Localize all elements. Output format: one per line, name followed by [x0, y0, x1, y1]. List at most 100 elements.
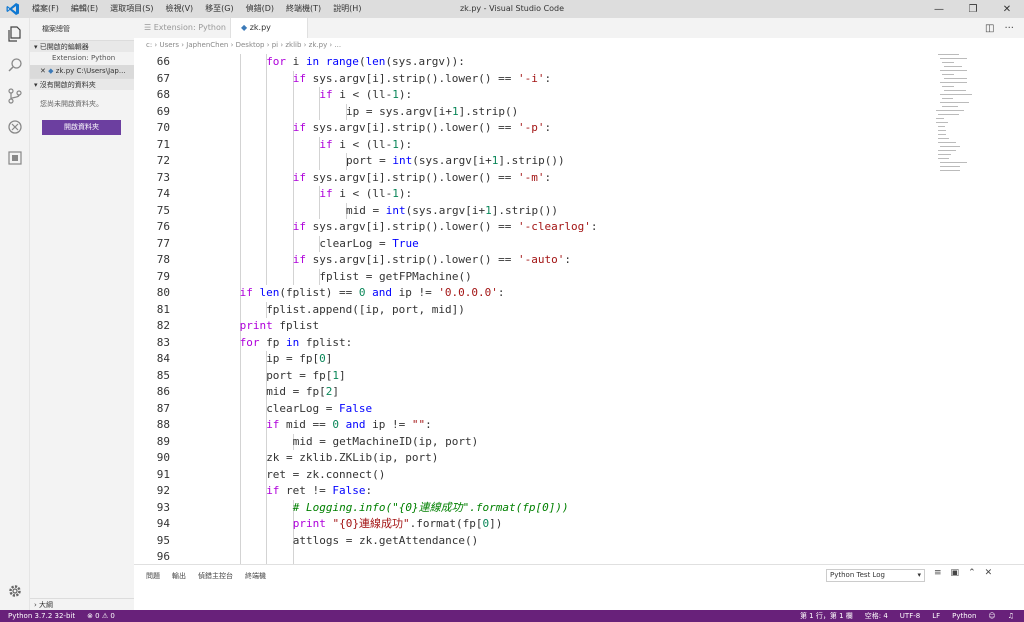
- debug-icon[interactable]: [0, 111, 30, 142]
- code-line[interactable]: 71 if i < (ll-1):: [134, 136, 944, 153]
- code-line[interactable]: 91 ret = zk.connect(): [134, 466, 944, 483]
- menu-help[interactable]: 說明(H): [327, 0, 367, 18]
- menu-selection[interactable]: 選取項目(S): [104, 0, 159, 18]
- explorer-icon[interactable]: [0, 18, 30, 49]
- code-line[interactable]: 84 ip = fp[0]: [134, 351, 944, 368]
- code-line[interactable]: 93 # Logging.info("{0}連線成功".format(fp[0])…: [134, 499, 944, 516]
- open-editor-item-zk[interactable]: ✕ ◆ zk.py C:\Users\Jap...: [30, 65, 134, 78]
- clear-output-icon[interactable]: ≡: [934, 568, 942, 578]
- language-mode[interactable]: Python: [952, 610, 976, 622]
- outline-section[interactable]: › 大綱: [30, 598, 134, 610]
- code-text: if sys.argv[i].strip().lower() == '-auto…: [292, 253, 571, 266]
- indent-guide: [239, 549, 241, 564]
- close-editor-icon[interactable]: ✕: [40, 67, 46, 75]
- indent-guide: [292, 186, 294, 203]
- code-text: print "{0}連線成功".format(fp[0]): [292, 517, 503, 530]
- output-channel-select[interactable]: Python Test Log ▾: [826, 569, 925, 582]
- code-line[interactable]: 80 if len(fplist) == 0 and ip != '0.0.0.0…: [134, 285, 944, 302]
- python-interpreter[interactable]: Python 3.7.2 32-bit: [8, 610, 75, 622]
- code-line[interactable]: 76 if sys.argv[i].strip().lower() == '-cl…: [134, 219, 944, 236]
- indentation[interactable]: 空格: 4: [865, 610, 888, 622]
- search-icon[interactable]: [0, 49, 30, 80]
- source-control-icon[interactable]: [0, 80, 30, 111]
- indent-guide: [266, 103, 268, 120]
- tab-problems[interactable]: 問題: [146, 571, 160, 581]
- more-actions-icon[interactable]: ···: [1004, 23, 1014, 34]
- tab-output[interactable]: 輸出: [172, 571, 186, 581]
- indent-guide: [239, 70, 241, 87]
- indent-guide: [292, 268, 294, 285]
- minimap[interactable]: [932, 54, 973, 194]
- code-line[interactable]: 89 mid = getMachineID(ip, port): [134, 433, 944, 450]
- code-line[interactable]: 86 mid = fp[2]: [134, 384, 944, 401]
- code-line[interactable]: 69 ip = sys.argv[i+1].strip(): [134, 103, 944, 120]
- code-text: print fplist: [239, 319, 320, 332]
- code-line[interactable]: 68 if i < (ll-1):: [134, 87, 944, 104]
- no-folder-section[interactable]: ▾ 沒有開啟的資料夾: [30, 78, 134, 90]
- code-line[interactable]: 96: [134, 549, 944, 564]
- code-line[interactable]: 75 mid = int(sys.argv[i+1].strip()): [134, 202, 944, 219]
- code-line[interactable]: 66 for i in range(len(sys.argv)):: [134, 54, 944, 71]
- split-editor-icon[interactable]: ◫: [985, 23, 994, 34]
- menu-debug[interactable]: 偵錯(D): [240, 0, 280, 18]
- minimap-line: [940, 58, 968, 59]
- code-line[interactable]: 72 port = int(sys.argv[i+1].strip()): [134, 153, 944, 170]
- minimap-line: [938, 54, 959, 55]
- bell-icon[interactable]: ♫: [1008, 610, 1014, 622]
- restore-button[interactable]: ❐: [956, 0, 990, 18]
- menu-edit[interactable]: 編輯(E): [65, 0, 104, 18]
- code-line[interactable]: 81 fplist.append([ip, port, mid]): [134, 301, 944, 318]
- tab-extension-python[interactable]: ☰ Extension: Python: [134, 18, 231, 38]
- window-controls: — ❐ ✕: [922, 0, 1024, 18]
- indent-guide: [266, 516, 268, 533]
- end-of-line[interactable]: LF: [932, 610, 940, 622]
- code-line[interactable]: 78 if sys.argv[i].strip().lower() == '-au…: [134, 252, 944, 269]
- minimize-button[interactable]: —: [922, 0, 956, 18]
- lock-scroll-icon[interactable]: ▣: [951, 568, 960, 578]
- code-line[interactable]: 74 if i < (ll-1):: [134, 186, 944, 203]
- indent-guide: [239, 219, 241, 236]
- code-line[interactable]: 83 for fp in fplist:: [134, 334, 944, 351]
- code-line[interactable]: 92 if ret != False:: [134, 483, 944, 500]
- menu-terminal[interactable]: 終端機(T): [280, 0, 327, 18]
- close-window-button[interactable]: ✕: [990, 0, 1024, 18]
- smiley-feedback-icon[interactable]: ☺: [988, 610, 995, 622]
- open-editors-section[interactable]: ▾ 已開啟的編輯器: [30, 40, 134, 52]
- maximize-panel-icon[interactable]: ⌃: [968, 568, 976, 578]
- code-line[interactable]: 82 print fplist: [134, 318, 944, 335]
- menu-go[interactable]: 移至(G): [199, 0, 239, 18]
- code-line[interactable]: 95 attlogs = zk.getAttendance(): [134, 532, 944, 549]
- code-line[interactable]: 94 print "{0}連線成功".format(fp[0]): [134, 516, 944, 533]
- cursor-position[interactable]: 第 1 行，第 1 欄: [800, 610, 853, 622]
- menu-file[interactable]: 檔案(F): [26, 0, 65, 18]
- code-line[interactable]: 79 fplist = getFPMachine(): [134, 268, 944, 285]
- code-line[interactable]: 70 if sys.argv[i].strip().lower() == '-p'…: [134, 120, 944, 137]
- tab-zk-py[interactable]: ◆ zk.py: [231, 18, 308, 38]
- minimap-line: [938, 126, 945, 127]
- tab-debug-console[interactable]: 偵錯主控台: [198, 571, 233, 581]
- extensions-icon[interactable]: [0, 142, 30, 173]
- code-text: if sys.argv[i].strip().lower() == '-i':: [292, 71, 552, 85]
- code-line[interactable]: 77 clearLog = True: [134, 235, 944, 252]
- open-folder-button[interactable]: 開啟資料夾: [42, 120, 121, 135]
- settings-gear-icon[interactable]: [0, 575, 30, 606]
- code-line[interactable]: 87 clearLog = False: [134, 400, 944, 417]
- minimap-line: [940, 170, 960, 171]
- code-line[interactable]: 73 if sys.argv[i].strip().lower() == '-m'…: [134, 169, 944, 186]
- code-text: mid = fp[2]: [266, 385, 340, 398]
- code-line[interactable]: 90 zk = zklib.ZKLib(ip, port): [134, 450, 944, 467]
- menu-view[interactable]: 檢視(V): [159, 0, 199, 18]
- code-line[interactable]: 88 if mid == 0 and ip != "":: [134, 417, 944, 434]
- close-panel-icon[interactable]: ✕: [985, 568, 993, 578]
- indent-guide: [266, 219, 268, 236]
- tab-terminal[interactable]: 終端機: [245, 571, 266, 581]
- minimap-line: [938, 158, 950, 159]
- breadcrumb[interactable]: c: › Users › JaphenChen › Desktop › pi ›…: [134, 38, 1024, 52]
- problems-counter[interactable]: ⊗ 0 ⚠ 0: [87, 610, 115, 622]
- code-editor[interactable]: 66 for i in range(len(sys.argv)): 67 if sys…: [134, 52, 1024, 564]
- code-text: if sys.argv[i].strip().lower() == '-clea…: [292, 220, 598, 233]
- code-line[interactable]: 67 if sys.argv[i].strip().lower() == '-i'…: [134, 70, 944, 87]
- code-line[interactable]: 85 port = fp[1]: [134, 367, 944, 384]
- open-editor-item-extension[interactable]: Extension: Python: [30, 52, 134, 65]
- encoding[interactable]: UTF-8: [900, 610, 920, 622]
